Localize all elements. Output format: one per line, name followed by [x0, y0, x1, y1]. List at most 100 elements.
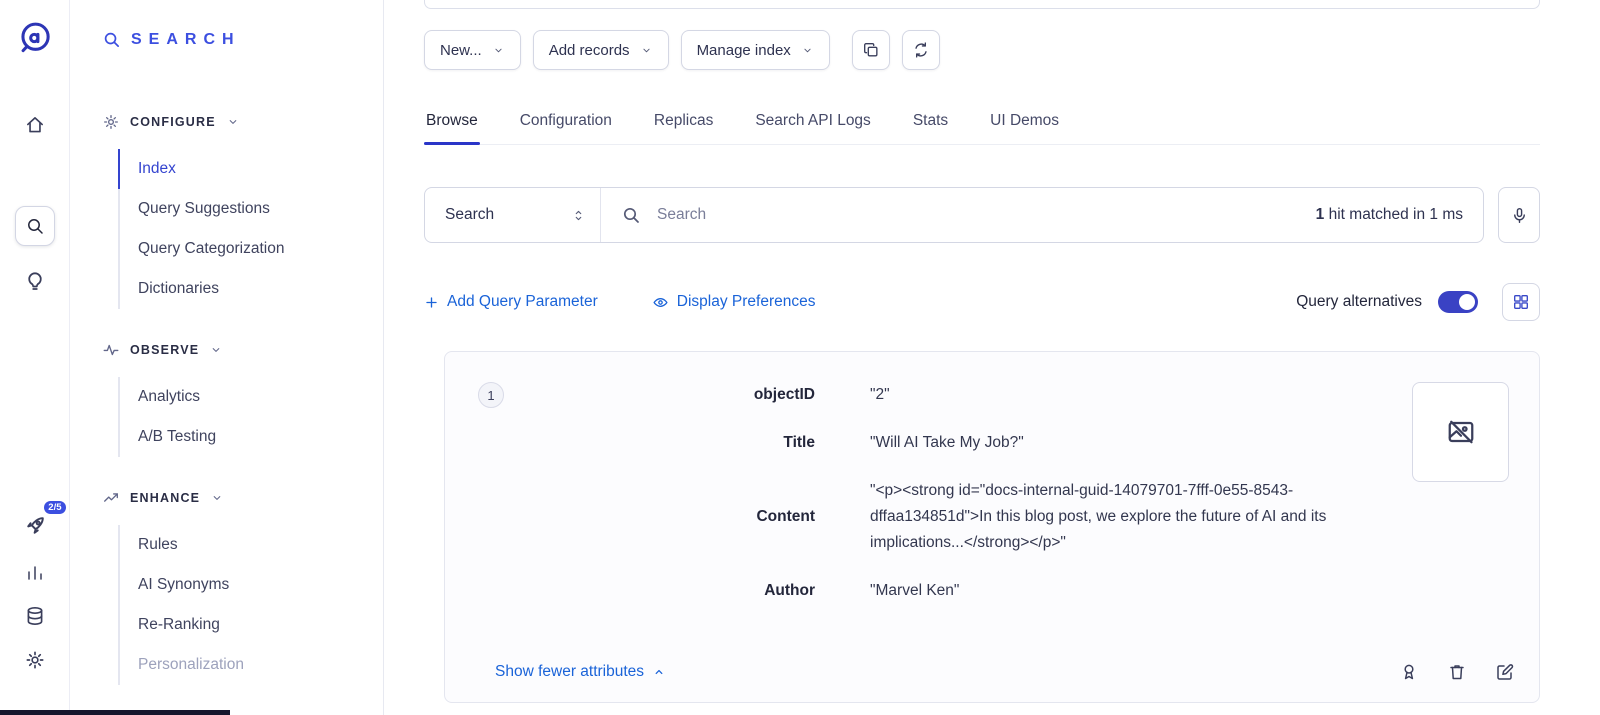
monitoring-icon[interactable]	[25, 563, 45, 583]
sidebar-item-dictionaries[interactable]: Dictionaries	[118, 269, 383, 309]
new-button-label: New...	[440, 42, 482, 59]
microphone-icon	[1510, 206, 1529, 225]
copy-icon	[862, 41, 880, 59]
hit-card-footer: Show fewer attributes	[495, 662, 1515, 682]
main-content: New... Add records Manage index	[384, 0, 1600, 715]
tab-replicas[interactable]: Replicas	[652, 100, 715, 144]
refresh-icon	[912, 41, 930, 59]
hits-summary: 1 hit matched in 1 ms	[1316, 206, 1463, 224]
tab-search-api-logs[interactable]: Search API Logs	[753, 100, 872, 144]
sidebar-item-rules[interactable]: Rules	[118, 525, 383, 565]
gear-icon	[102, 113, 120, 131]
usage-rocket-icon[interactable]: 2/5	[22, 513, 48, 539]
field-value: "Will AI Take My Job?"	[815, 430, 1415, 456]
new-button[interactable]: New...	[424, 30, 521, 70]
plus-icon	[424, 295, 439, 310]
section-label: ENHANCE	[130, 491, 200, 505]
tab-ui-demos[interactable]: UI Demos	[988, 100, 1061, 144]
eye-icon	[652, 294, 669, 311]
hit-actions	[1399, 662, 1515, 682]
manage-index-label: Manage index	[697, 42, 791, 59]
sidebar-item-re-ranking[interactable]: Re-Ranking	[118, 605, 383, 645]
hit-card: 1 objectID "2" Title "Will AI Take My Jo…	[444, 351, 1540, 703]
field-key: Author	[445, 578, 815, 604]
settings-icon[interactable]	[24, 649, 46, 671]
section-observe-header[interactable]: OBSERVE	[102, 341, 383, 359]
field-value: "Marvel Ken"	[815, 578, 1415, 604]
section-label: CONFIGURE	[130, 115, 216, 129]
sidebar-item-index[interactable]: Index	[118, 149, 383, 189]
sidebar-item-ai-synonyms[interactable]: AI Synonyms	[118, 565, 383, 605]
display-preferences-link[interactable]: Display Preferences	[652, 293, 816, 311]
hits-text: hit matched in 1 ms	[1324, 206, 1463, 223]
copy-index-button[interactable]	[852, 30, 890, 70]
edit-hit-icon[interactable]	[1495, 662, 1515, 682]
tab-stats[interactable]: Stats	[911, 100, 950, 144]
chevron-down-icon	[209, 343, 223, 357]
hit-rank-badge: 1	[478, 382, 504, 408]
field-key: Content	[445, 504, 815, 530]
refresh-button[interactable]	[902, 30, 940, 70]
add-query-parameter-link[interactable]: Add Query Parameter	[424, 293, 598, 311]
search-icon	[621, 205, 641, 225]
hits-count: 1	[1316, 206, 1325, 223]
field-value: "<p><strong id="docs-internal-guid-14079…	[815, 478, 1415, 556]
search-mode-select[interactable]: Search	[425, 188, 601, 242]
show-fewer-attributes-label: Show fewer attributes	[495, 663, 644, 681]
app-rail: 2/5	[0, 0, 70, 715]
field-key: Title	[445, 430, 815, 456]
chevron-up-icon	[652, 665, 666, 679]
sidebar: SEARCH CONFIGURE Index Query Suggestions…	[70, 0, 384, 715]
add-query-parameter-label: Add Query Parameter	[447, 293, 598, 311]
chevron-down-icon	[226, 115, 240, 129]
sidebar-item-personalization[interactable]: Personalization	[118, 645, 383, 685]
image-off-icon	[1446, 417, 1476, 447]
section-enhance: ENHANCE Rules AI Synonyms Re-Ranking Per…	[102, 489, 383, 685]
chevron-down-icon	[640, 44, 653, 57]
sidebar-item-query-suggestions[interactable]: Query Suggestions	[118, 189, 383, 229]
add-records-label: Add records	[549, 42, 630, 59]
tab-browse[interactable]: Browse	[424, 100, 480, 144]
product-header: SEARCH	[102, 30, 383, 49]
hit-fields: objectID "2" Title "Will AI Take My Job?…	[445, 382, 1539, 604]
search-product-icon[interactable]	[15, 206, 55, 246]
show-fewer-attributes-link[interactable]: Show fewer attributes	[495, 663, 666, 681]
field-value: "2"	[815, 382, 1415, 408]
grid-icon	[1512, 293, 1530, 311]
ranking-info-icon[interactable]	[1399, 662, 1419, 682]
sidebar-item-analytics[interactable]: Analytics	[118, 377, 383, 417]
sidebar-item-query-categorization[interactable]: Query Categorization	[118, 229, 383, 269]
search-row: Search 1 hit matched in 1 ms	[424, 187, 1540, 243]
display-mode-button[interactable]	[1502, 283, 1540, 321]
pulse-icon	[102, 341, 120, 359]
section-label: OBSERVE	[130, 343, 199, 357]
trend-up-icon	[102, 489, 120, 507]
search-box: Search 1 hit matched in 1 ms	[424, 187, 1484, 243]
header-cutoff-strip	[424, 0, 1540, 9]
sort-arrows-icon	[571, 208, 586, 223]
manage-index-button[interactable]: Manage index	[681, 30, 830, 70]
voice-search-button[interactable]	[1498, 187, 1540, 243]
add-records-button[interactable]: Add records	[533, 30, 669, 70]
search-input[interactable]	[655, 205, 1302, 225]
search-mode-label: Search	[445, 206, 494, 224]
tab-configuration[interactable]: Configuration	[518, 100, 614, 144]
chevron-down-icon	[801, 44, 814, 57]
bottom-edge-strip	[0, 710, 230, 715]
algolia-logo[interactable]	[17, 20, 53, 56]
section-configure: CONFIGURE Index Query Suggestions Query …	[102, 113, 383, 309]
section-enhance-header[interactable]: ENHANCE	[102, 489, 383, 507]
sidebar-item-ab-testing[interactable]: A/B Testing	[118, 417, 383, 457]
home-icon[interactable]	[24, 114, 46, 136]
query-alternatives-label: Query alternatives	[1296, 293, 1422, 311]
section-configure-header[interactable]: CONFIGURE	[102, 113, 383, 131]
query-alternatives-toggle[interactable]	[1438, 291, 1478, 313]
delete-hit-icon[interactable]	[1447, 662, 1467, 682]
data-sources-icon[interactable]	[24, 605, 46, 627]
display-preferences-label: Display Preferences	[677, 293, 816, 311]
section-observe: OBSERVE Analytics A/B Testing	[102, 341, 383, 457]
query-controls-row: Add Query Parameter Display Preferences …	[424, 283, 1540, 321]
image-placeholder	[1412, 382, 1509, 482]
usage-badge: 2/5	[44, 501, 65, 514]
recommend-icon[interactable]	[23, 268, 47, 292]
